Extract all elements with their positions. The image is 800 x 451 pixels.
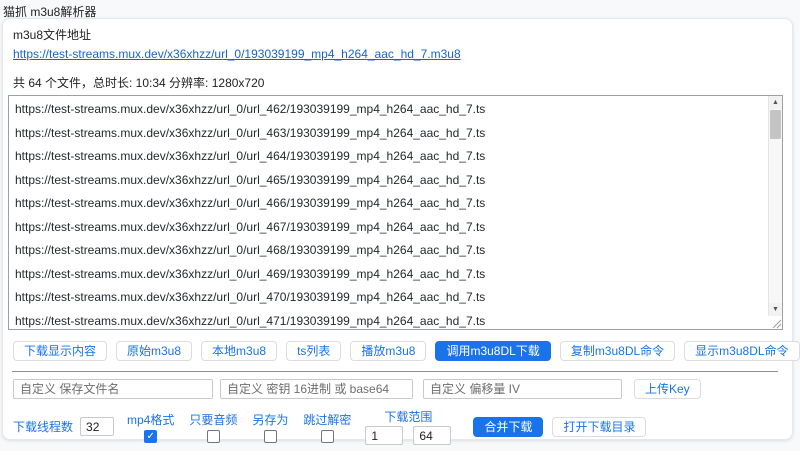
thread-count-label: 下载线程数 bbox=[13, 420, 74, 434]
merge-download-button[interactable]: 合并下载 bbox=[473, 416, 544, 437]
play-m3u8-button[interactable]: 播放m3u8 bbox=[350, 341, 427, 361]
download-shown-content-button[interactable]: 下载显示内容 bbox=[13, 341, 108, 361]
action-button-row: 下载显示内容 原始m3u8 本地m3u8 ts列表 播放m3u8 调用m3u8D… bbox=[13, 341, 800, 361]
segment-list[interactable]: https://test-streams.mux.dev/x36xhzz/url… bbox=[8, 95, 783, 330]
ts-list-button[interactable]: ts列表 bbox=[286, 341, 342, 361]
audio-only-checkbox[interactable] bbox=[206, 429, 220, 443]
scroll-down-icon[interactable]: ▼ bbox=[769, 303, 782, 316]
mp4-format-label: mp4格式 bbox=[127, 412, 175, 427]
segment-url: https://test-streams.mux.dev/x36xhzz/url… bbox=[15, 219, 486, 234]
custom-input-row: 上传Key bbox=[13, 379, 787, 399]
download-options-row: 下载线程数 mp4格式 ✓ 只要音频 另存为 跳过解密 下载范围 合并下载 打开… bbox=[13, 408, 787, 445]
skip-decrypt-label: 跳过解密 bbox=[303, 412, 352, 427]
m3u8-address-link[interactable]: https://test-streams.mux.dev/x36xhzz/url… bbox=[13, 47, 461, 61]
download-range-label: 下载范围 bbox=[384, 410, 433, 424]
thread-count-input[interactable] bbox=[80, 417, 115, 436]
segment-list-content: https://test-streams.mux.dev/x36xhzz/url… bbox=[9, 96, 782, 329]
m3u8-parser-panel: m3u8文件地址 https://test-streams.mux.dev/x3… bbox=[2, 18, 800, 445]
iv-offset-input[interactable] bbox=[423, 379, 622, 399]
local-m3u8-button[interactable]: 本地m3u8 bbox=[201, 341, 278, 361]
range-start-input[interactable] bbox=[365, 426, 404, 445]
copy-m3u8dl-command-button[interactable]: 复制m3u8DL命令 bbox=[559, 341, 676, 361]
upload-key-button[interactable]: 上传Key bbox=[634, 379, 701, 399]
file-summary: 共 64 个文件，总时长: 10:34 分辨率: 1280x720 bbox=[13, 76, 265, 90]
show-m3u8dl-command-button[interactable]: 显示m3u8DL命令 bbox=[684, 341, 800, 361]
mp4-format-checkbox[interactable]: ✓ bbox=[144, 429, 158, 443]
skip-decrypt-option: 跳过解密 bbox=[303, 411, 351, 443]
vertical-scrollbar[interactable]: ▲ ▼ bbox=[768, 96, 782, 316]
original-m3u8-button[interactable]: 原始m3u8 bbox=[116, 341, 193, 361]
segment-url: https://test-streams.mux.dev/x36xhzz/url… bbox=[15, 290, 486, 304]
divider bbox=[12, 371, 778, 372]
save-as-checkbox[interactable] bbox=[263, 429, 277, 443]
scrollbar-thumb[interactable] bbox=[770, 110, 781, 139]
open-download-dir-button[interactable]: 打开下载目录 bbox=[552, 416, 647, 437]
download-range-group: 下载范围 bbox=[365, 408, 452, 445]
audio-only-label: 只要音频 bbox=[189, 412, 238, 427]
segment-url: https://test-streams.mux.dev/x36xhzz/url… bbox=[15, 196, 486, 210]
mp4-format-option: mp4格式 ✓ bbox=[127, 411, 174, 443]
save-as-option: 另存为 bbox=[252, 411, 288, 443]
segment-url: https://test-streams.mux.dev/x36xhzz/url… bbox=[15, 149, 486, 163]
invoke-m3u8dl-download-button[interactable]: 调用m3u8DL下载 bbox=[435, 341, 551, 361]
segment-url: https://test-streams.mux.dev/x36xhzz/url… bbox=[15, 266, 486, 281]
segment-url: https://test-streams.mux.dev/x36xhzz/url… bbox=[15, 102, 486, 116]
decrypt-key-input[interactable] bbox=[220, 379, 413, 399]
m3u8-address-label: m3u8文件地址 bbox=[13, 28, 92, 42]
skip-decrypt-checkbox[interactable] bbox=[320, 429, 334, 443]
filename-input[interactable] bbox=[13, 379, 213, 399]
range-end-input[interactable] bbox=[413, 426, 452, 445]
segment-url: https://test-streams.mux.dev/x36xhzz/url… bbox=[15, 125, 486, 140]
save-as-label: 另存为 bbox=[252, 412, 289, 427]
segment-url: https://test-streams.mux.dev/x36xhzz/url… bbox=[15, 313, 486, 328]
segment-url: https://test-streams.mux.dev/x36xhzz/url… bbox=[15, 172, 486, 187]
scroll-up-icon[interactable]: ▲ bbox=[769, 96, 782, 109]
resize-grip-icon[interactable] bbox=[769, 316, 782, 329]
audio-only-option: 只要音频 bbox=[189, 411, 237, 443]
checkmark-icon: ✓ bbox=[146, 430, 155, 442]
segment-url: https://test-streams.mux.dev/x36xhzz/url… bbox=[15, 243, 486, 257]
